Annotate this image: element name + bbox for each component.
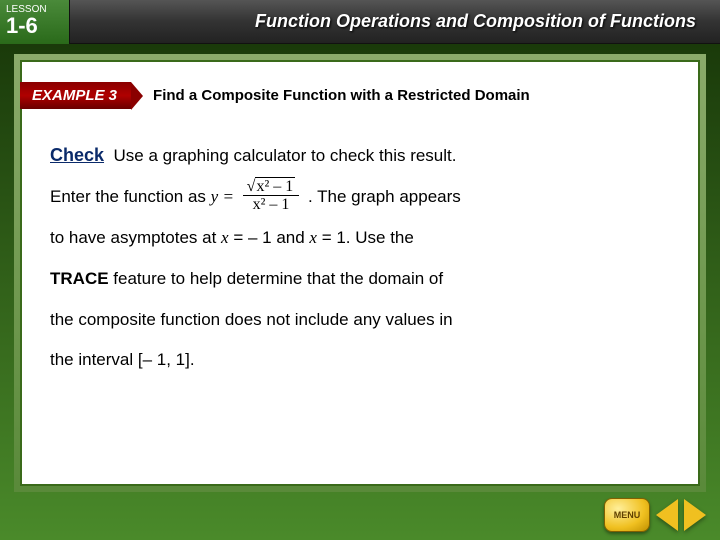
menu-button[interactable]: MENU [604, 498, 650, 532]
equation-lhs: y = [211, 187, 234, 206]
equation-denominator: x² – 1 [243, 196, 300, 214]
line2b: . The graph appears [308, 187, 461, 206]
line-6: the interval [– 1, 1]. [50, 340, 670, 381]
header-bar: LESSON 1-6 Function Operations and Compo… [0, 0, 720, 44]
lesson-tab: LESSON 1-6 [0, 0, 70, 44]
lesson-number: 1-6 [6, 15, 63, 37]
line-4: TRACE feature to help determine that the… [50, 259, 670, 300]
check-label: Check [50, 145, 104, 165]
trace-word: TRACE [50, 269, 109, 288]
equation-numerator: x² – 1 [243, 178, 300, 197]
example-tab: EXAMPLE 3 [14, 82, 131, 109]
footer-nav: MENU [604, 498, 706, 532]
example-title: Find a Composite Function with a Restric… [153, 87, 530, 105]
line-3: to have asymptotes at x = – 1 and x = 1.… [50, 218, 670, 259]
body-text: Check Use a graphing calculator to check… [50, 134, 670, 381]
line-1: Check Use a graphing calculator to check… [50, 134, 670, 177]
example-header: EXAMPLE 3 Find a Composite Function with… [14, 82, 530, 109]
line-5: the composite function does not include … [50, 300, 670, 341]
next-arrow-icon[interactable] [684, 499, 706, 531]
content-area: EXAMPLE 3 Find a Composite Function with… [20, 60, 700, 486]
content-border: EXAMPLE 3 Find a Composite Function with… [14, 54, 706, 492]
line1-text: Use a graphing calculator to check this … [113, 146, 456, 165]
sqrt-icon: x² – 1 [247, 178, 296, 196]
line-2: Enter the function as y = x² – 1 x² – 1 … [50, 177, 670, 218]
line2a: Enter the function as [50, 187, 211, 206]
page-title: Function Operations and Composition of F… [70, 11, 720, 32]
equation-fraction: x² – 1 x² – 1 [243, 178, 300, 214]
slide-frame: EXAMPLE 3 Find a Composite Function with… [0, 44, 720, 540]
prev-arrow-icon[interactable] [656, 499, 678, 531]
